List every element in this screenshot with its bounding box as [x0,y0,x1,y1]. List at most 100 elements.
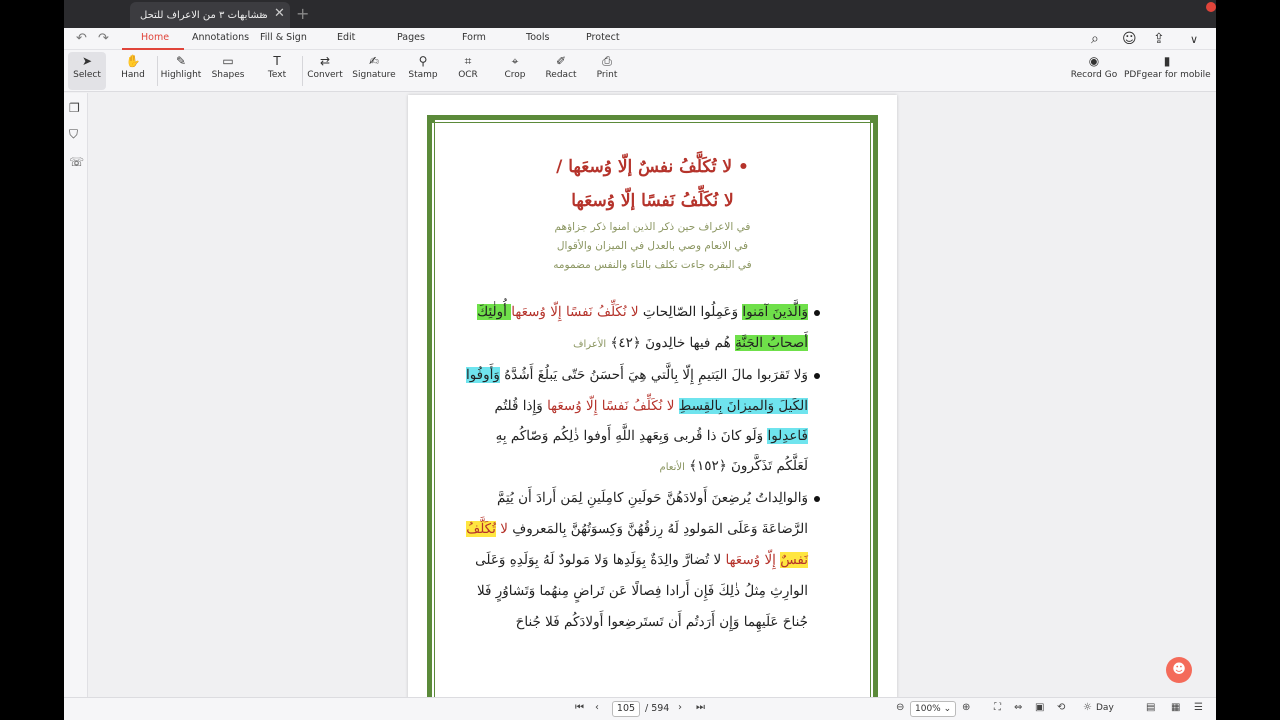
record-icon: ◉ [1088,54,1100,68]
menu-form[interactable]: Form [462,32,486,43]
rotate-icon[interactable]: ⟲ [1057,702,1065,713]
new-tab-icon[interactable]: + [296,4,309,23]
redo-icon[interactable]: ↷ [98,31,109,46]
verse-2-line-2: الكَيلَ وَالميزانَ بِالقِسطِ لا نُكَلِّف… [494,398,808,414]
tab-bar: متشابهات ٣ من الاعراف للتحل ⌄ ✕ + [64,0,1216,28]
toolbar-separator [157,56,158,86]
pdfgear-mobile-button[interactable]: ▮ PDFgear for mobile [1124,52,1211,90]
mobile-icon: ▮ [1163,54,1171,68]
document-tab[interactable]: متشابهات ٣ من الاعراف للتحل ⌄ ✕ [130,2,290,28]
bookmark-icon[interactable]: ⛉ [69,127,78,142]
verse-3-line-2: الرَّضاعَةَ وَعَلَى المَولودِ لَهُ رِزقُ… [466,521,808,537]
highlight-tool-button[interactable]: ✎ Highlight [160,52,202,90]
tab-title: متشابهات ٣ من الاعراف للتحل [140,9,268,21]
stamp-tool-button[interactable]: ⚲ Stamp [404,52,442,90]
note-line-1: في الاعراف حين ذكر الذين امنوا ذكر جزاؤه… [554,221,751,233]
pages-icon[interactable]: ❐ [69,101,80,115]
print-tool-button[interactable]: ⎙ Print [589,52,625,90]
zoom-select[interactable]: 100% ⌄ [910,701,956,717]
menu-bar: ↶ ↷ Home Annotations Fill & Sign Edit Pa… [64,28,1216,50]
page-heading-line2: لا نُكَلِّفُ نَفسًا إلّا وُسعَها [571,191,734,211]
undo-icon[interactable]: ↶ [76,31,87,46]
bullet-verse-1 [814,310,820,316]
bullet-verse-2 [814,373,820,379]
verse-2-line-4: لَعَلَّكُم تَذَكَّرونَ ﴿١٥٢﴾ الأنعام [659,458,808,474]
menu-edit[interactable]: Edit [337,32,355,43]
crop-icon: ⌖ [511,54,519,68]
frame-corner [870,115,878,123]
verse-1-line-2: أَصحابُ الجَنَّةِ هُم فيها خالِدونَ ﴿٤٢﴾… [573,335,808,351]
ocr-icon: ⌗ [464,54,472,68]
fit-page-icon[interactable]: ⛶ [994,702,1001,713]
ai-assistant-icon[interactable]: ☺ [1122,31,1137,47]
convert-icon: ⇄ [319,54,331,68]
assistant-float-button[interactable]: ☻ [1166,657,1192,683]
left-sidebar: ❐ ⛉ ☏ [64,93,88,720]
note-line-3: في البقره جاءت تكلف بالتاء والنفس مضمومه [553,259,752,271]
verse-3-line-1: وَالوالِداتُ يُرضِعنَ أَولادَهُنَّ حَولَ… [496,490,808,506]
menu-fill-sign[interactable]: Fill & Sign [260,32,307,43]
signature-icon: ✍ [368,54,380,68]
text-icon: T [273,54,281,68]
verse-3-line-4: الوارِثِ مِثلُ ذٰلِكَ فَإِن أَرادا فِصال… [476,583,808,599]
redact-icon: ✐ [555,54,567,68]
verse-3-line-3: نَفسٌ إِلّا وُسعَها لا تُضارَّ والِدَةٌ … [475,552,808,568]
shapes-tool-button[interactable]: ▭ Shapes [208,52,248,90]
chevron-down-icon[interactable]: ∨ [1190,33,1198,46]
verse-3-line-5: جُناحَ عَلَيهِما وَإِن أَرَدتُم أَن تَست… [515,614,808,630]
comments-icon[interactable]: ☏ [69,155,84,169]
actual-size-icon[interactable]: ▣ [1035,702,1044,713]
fit-width-icon[interactable]: ⇔ [1014,702,1022,713]
first-page-icon[interactable]: ⏮ [575,702,584,713]
hand-tool-button[interactable]: ✋ Hand [114,52,152,90]
ocr-tool-button[interactable]: ⌗ OCR [450,52,486,90]
verse-1-line-1: وَالَّذينَ آمَنوا وَعَمِلُوا الصّالِحاتِ… [477,304,808,320]
total-pages: / 594 [645,703,670,714]
zoom-out-icon[interactable]: ⊖ [896,702,904,713]
next-page-icon[interactable]: › [678,702,682,713]
page-heading-line1: • لا تُكَلَّفُ نفسٌ إلّا وُسعَها / [556,157,749,177]
prev-page-icon[interactable]: ‹ [595,702,599,713]
stamp-icon: ⚲ [418,54,428,68]
crop-tool-button[interactable]: ⌖ Crop [497,52,533,90]
surah-ref: الأنعام [659,462,685,473]
menu-tools[interactable]: Tools [526,32,549,43]
print-icon: ⎙ [602,54,612,68]
status-bar: ⏮ ‹ 105 / 594 › ⏭ ⊖ 100% ⌄ ⊕ ⛶ ⇔ ▣ ⟲ ☼ D… [64,697,1216,720]
pdf-page[interactable]: • لا تُكَلَّفُ نفسٌ إلّا وُسعَها / لا نُ… [408,95,897,705]
menu-annotations[interactable]: Annotations [192,32,249,43]
menu-protect[interactable]: Protect [586,32,620,43]
verse-2-line-3: فَاعدِلوا وَلَو كانَ ذا قُربى وَبِعَهدِ … [495,428,808,444]
scroll-view-icon[interactable]: ☰ [1194,702,1203,713]
page-number-input[interactable]: 105 [612,701,640,717]
share-icon[interactable]: ⇪ [1153,31,1165,47]
view-mode-select[interactable]: Day [1096,703,1114,713]
day-mode-icon[interactable]: ☼ [1083,702,1092,713]
record-go-button[interactable]: ◉ Record Go [1068,52,1120,90]
window-close-dot[interactable] [1206,2,1216,12]
surah-ref: الأعراف [573,339,607,350]
last-page-icon[interactable]: ⏭ [696,702,705,713]
shapes-icon: ▭ [222,54,234,68]
redact-tool-button[interactable]: ✐ Redact [542,52,580,90]
select-tool-button[interactable]: ➤ Select [68,52,106,90]
menu-home[interactable]: Home [141,32,169,43]
toolbar-separator [302,56,303,86]
text-tool-button[interactable]: T Text [258,52,296,90]
menu-pages[interactable]: Pages [397,32,425,43]
grid-view-icon[interactable]: ▦ [1171,702,1180,713]
zoom-in-icon[interactable]: ⊕ [962,702,970,713]
close-tab-icon[interactable]: ✕ [274,6,285,21]
signature-tool-button[interactable]: ✍ Signature [352,52,396,90]
tab-menu-chevron-icon[interactable]: ⌄ [258,8,266,19]
convert-tool-button[interactable]: ⇄ Convert [306,52,344,90]
search-icon[interactable]: ⌕ [1091,31,1099,47]
highlighter-icon: ✎ [175,54,187,68]
assistant-face-icon: ☻ [1172,662,1186,677]
frame-corner [427,115,435,123]
pdfgear-app-window: متشابهات ٣ من الاعراف للتحل ⌄ ✕ + ↶ ↷ Ho… [64,0,1216,720]
single-page-view-icon[interactable]: ▤ [1146,702,1155,713]
verse-2-line-1: وَلا تَقرَبوا مالَ اليَتيمِ إِلّا بِالَّ… [465,367,808,383]
cursor-icon: ➤ [81,54,93,68]
bullet-verse-3 [814,496,820,502]
